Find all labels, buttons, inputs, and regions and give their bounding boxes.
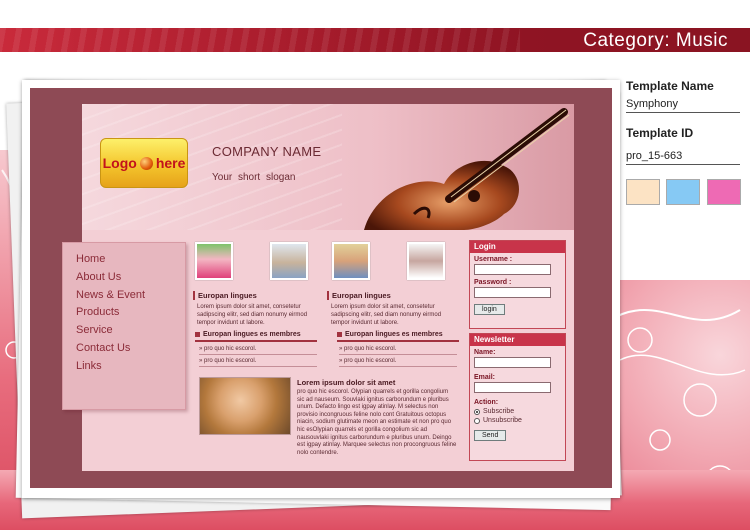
newsletter-box: Newsletter Name: Email: Action: Subscrib… — [469, 333, 566, 461]
unsubscribe-radio[interactable] — [474, 417, 480, 424]
thumbnail-row — [193, 242, 449, 282]
column-1-text: Lorem ipsum dolor sit amet, consetetur s… — [197, 304, 308, 326]
slogan: Your short slogan — [212, 172, 296, 183]
send-button[interactable]: Send — [474, 430, 507, 441]
nav-item-about-us[interactable]: About Us — [63, 269, 185, 287]
nav-item-links[interactable]: Links — [63, 358, 185, 376]
thumbnail-family-photo[interactable] — [332, 242, 370, 280]
subscribe-label: Subscribe — [483, 408, 515, 415]
nav-menu: Home About Us News & Event Products Serv… — [62, 242, 186, 410]
name-label: Name: — [474, 349, 496, 356]
template-id-label: Template ID — [626, 126, 694, 140]
login-box: Login Username : Password : login — [469, 240, 566, 329]
thumbnail-girl-photo[interactable] — [195, 242, 233, 280]
nav-item-service[interactable]: Service — [63, 322, 185, 340]
category-title: Category: Music — [583, 30, 728, 51]
template-name-label: Template Name — [626, 79, 714, 93]
name-input[interactable] — [474, 357, 551, 368]
column-1-title: Europan lingues — [193, 291, 257, 300]
logo-ball-icon — [139, 156, 153, 170]
thumbnail-kids-photo[interactable] — [270, 242, 308, 280]
company-name: COMPANY NAME — [212, 144, 322, 159]
color-swatch-blue[interactable] — [666, 179, 700, 205]
email-input[interactable] — [474, 382, 551, 393]
violin-image — [364, 108, 570, 230]
square-bullet-icon — [195, 331, 200, 337]
username-label: Username : — [474, 256, 513, 263]
template-id-value: pro_15-663 — [626, 150, 740, 165]
password-input[interactable] — [474, 287, 551, 298]
subscribe-radio[interactable] — [474, 408, 480, 415]
logo-text-1: Logo — [102, 155, 137, 171]
column-1-link-2[interactable]: » pro quo hic escorol. — [199, 358, 317, 367]
password-label: Password : — [474, 279, 512, 286]
login-heading: Login — [470, 241, 565, 253]
column-2-link-2[interactable]: » pro quo hic escorol. — [339, 358, 457, 367]
unsubscribe-label: Unsubscribe — [483, 417, 522, 424]
square-bullet-icon — [337, 331, 342, 337]
logo-text-2: here — [155, 155, 186, 171]
subscribe-option[interactable]: Subscribe — [470, 408, 565, 415]
nav-item-news-event[interactable]: News & Event — [63, 287, 185, 305]
feature-woman-photo — [199, 377, 291, 435]
column-1-link-1[interactable]: » pro quo hic escorol. — [199, 346, 317, 355]
column-2-bar-text: Europan lingues es membres — [345, 331, 443, 338]
email-label: Email: — [474, 374, 496, 381]
column-1-bar-text: Europan lingues es membres — [203, 331, 301, 338]
nav-item-home[interactable]: Home — [63, 251, 185, 269]
unsubscribe-option[interactable]: Unsubscribe — [470, 417, 565, 424]
newsletter-heading: Newsletter — [470, 334, 565, 346]
column-2-text: Lorem ipsum dolor sit amet, consetetur s… — [331, 304, 442, 326]
thumbnail-bride-photo[interactable] — [407, 242, 445, 280]
feature-text: pro quo hic escorol. Olypian quarrels et… — [297, 389, 457, 456]
template-name-value: Symphony — [626, 98, 740, 113]
action-label: Action: — [474, 399, 499, 406]
column-2-title: Europan lingues — [327, 291, 391, 300]
color-swatch-peach[interactable] — [626, 179, 660, 205]
login-button[interactable]: login — [474, 304, 505, 315]
column-2-link-1[interactable]: » pro quo hic escorol. — [339, 346, 457, 355]
column-1-bar-heading: Europan lingues es membres — [195, 331, 317, 342]
nav-item-products[interactable]: Products — [63, 304, 185, 322]
logo[interactable]: Logo here — [100, 138, 188, 188]
username-input[interactable] — [474, 264, 551, 275]
feature-title: Lorem ipsum dolor sit amet — [297, 378, 396, 387]
template-header: Logo here COMPANY NAME Your short slogan — [82, 104, 574, 230]
banner-decoration — [0, 28, 520, 52]
color-swatch-pink[interactable] — [707, 179, 741, 205]
nav-item-contact-us[interactable]: Contact Us — [63, 340, 185, 358]
column-2-bar-heading: Europan lingues es membres — [337, 331, 459, 342]
